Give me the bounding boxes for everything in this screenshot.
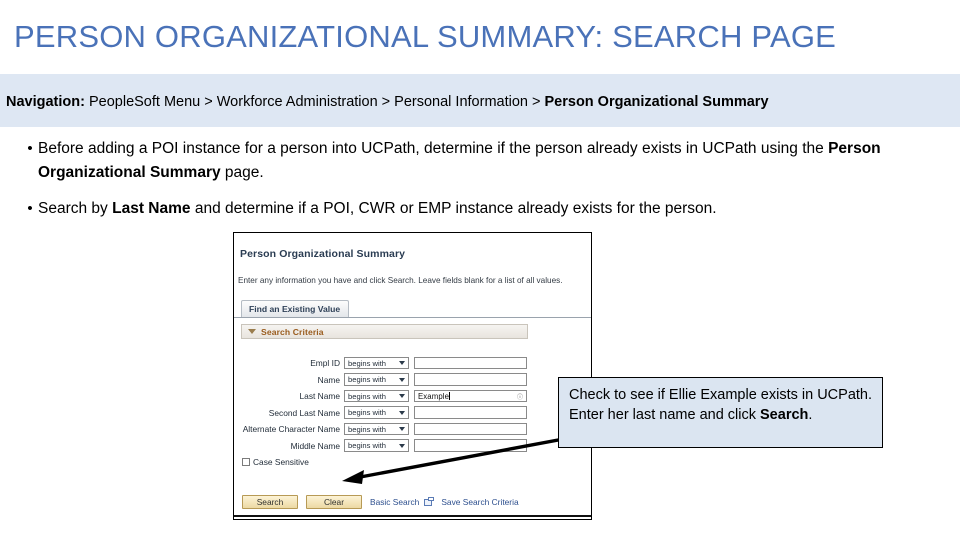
callout-part1: Check to see if Ellie Example exists in … [569, 387, 873, 423]
operator-value: begins with [348, 391, 386, 401]
field-input[interactable] [414, 422, 527, 436]
clear-button[interactable]: Clear [306, 495, 362, 509]
chevron-down-icon[interactable] [399, 410, 405, 415]
search-actions-row: Search Clear Basic Search Save Search Cr… [242, 495, 524, 509]
operator-select[interactable]: begins with [344, 356, 409, 370]
operator-value: begins with [348, 441, 386, 450]
search-button[interactable]: Search [242, 495, 298, 509]
chevron-down-icon[interactable] [399, 427, 405, 431]
search-criteria-header[interactable]: Search Criteria [241, 324, 528, 339]
field-label: Middle Name [290, 440, 340, 451]
search-criteria-label: Search Criteria [261, 326, 324, 337]
bullet-item: • Search by Last Name and determine if a… [22, 197, 934, 221]
field-label: Last Name [299, 391, 341, 401]
search-field-row: Last Name begins with Example ⓘ [234, 388, 591, 404]
breadcrumb: Navigation: PeopleSoft Menu > Workforce … [6, 94, 958, 111]
chevron-down-icon[interactable] [399, 394, 405, 398]
breadcrumb-current: Person Organizational Summary [544, 94, 769, 110]
field-input-value: Example [418, 391, 450, 401]
callout-part2: . [808, 407, 813, 423]
peoplesoft-screenshot-panel: Person Organizational Summary Enter any … [233, 232, 592, 520]
slide-canvas: PERSON ORGANIZATIONAL SUMMARY: SEARCH PA… [0, 0, 960, 540]
bullet-2-part2: and determine if a POI, CWR or EMP insta… [190, 200, 717, 217]
panel-bottom-rule [234, 515, 591, 517]
bullet-2-bold: Last Name [112, 200, 191, 217]
chevron-down-icon[interactable] [399, 377, 405, 382]
tab-find-an-existing-value[interactable]: Find an Existing Value [241, 300, 350, 317]
field-input[interactable] [414, 406, 527, 419]
search-field-row: Second Last Name begins with [234, 405, 591, 421]
operator-select[interactable]: begins with [344, 422, 409, 436]
field-input[interactable]: Example ⓘ [414, 389, 527, 403]
ps-page-title: Person Organizational Summary [240, 248, 406, 260]
breadcrumb-label: Navigation: [6, 94, 85, 110]
text-cursor [449, 392, 451, 400]
bullet-item: • Before adding a POI instance for a per… [22, 137, 934, 185]
new-window-icon[interactable] [424, 497, 435, 507]
bullet-marker-icon: • [27, 140, 33, 157]
basic-search-link[interactable]: Basic Search [370, 497, 419, 507]
operator-value: begins with [348, 424, 386, 434]
operator-value: begins with [348, 408, 386, 417]
operator-select[interactable]: begins with [344, 439, 409, 452]
operator-value: begins with [348, 358, 386, 368]
bullet-1-part2: page. [220, 164, 264, 181]
operator-select[interactable]: begins with [344, 389, 409, 403]
ps-instructions-text: Enter any information you have and click… [238, 276, 563, 285]
field-label: Name [317, 374, 340, 385]
search-field-row: Empl ID begins with [234, 355, 591, 371]
field-input[interactable] [414, 356, 527, 370]
case-sensitive-row[interactable]: Case Sensitive [242, 457, 309, 467]
bullet-text: Search by Last Name and determine if a P… [38, 197, 717, 221]
tab-underline [234, 317, 591, 319]
field-input[interactable] [414, 439, 527, 452]
search-field-row: Alternate Character Name begins with [234, 421, 591, 437]
operator-select[interactable]: begins with [344, 406, 409, 419]
callout-box: Check to see if Ellie Example exists in … [558, 377, 883, 448]
operator-select[interactable]: begins with [344, 373, 409, 386]
chevron-down-icon[interactable] [399, 443, 405, 448]
case-sensitive-label: Case Sensitive [253, 457, 309, 467]
bullet-text: Before adding a POI instance for a perso… [38, 137, 934, 185]
new-window-icon-front [428, 497, 435, 501]
search-field-row: Middle Name begins with [234, 438, 591, 454]
field-label: Alternate Character Name [242, 424, 340, 434]
operator-value: begins with [348, 375, 386, 384]
collapse-triangle-icon[interactable] [248, 329, 256, 334]
bullet-marker-icon: • [27, 200, 33, 217]
chevron-down-icon[interactable] [399, 361, 405, 365]
search-field-row: Name begins with [234, 372, 591, 388]
lookup-icon[interactable]: ⓘ [517, 392, 523, 401]
case-sensitive-checkbox[interactable] [242, 458, 250, 466]
field-input[interactable] [414, 373, 527, 386]
bullet-1-part1: Before adding a POI instance for a perso… [38, 140, 829, 157]
field-label: Second Last Name [268, 407, 340, 418]
callout-bold: Search [760, 407, 809, 423]
field-label: Empl ID [310, 358, 340, 368]
save-search-criteria-link[interactable]: Save Search Criteria [441, 497, 518, 507]
bullet-2-part1: Search by [38, 200, 113, 217]
callout-text: Check to see if Ellie Example exists in … [569, 385, 872, 425]
page-title: PERSON ORGANIZATIONAL SUMMARY: SEARCH PA… [14, 19, 837, 54]
breadcrumb-path: PeopleSoft Menu > Workforce Administrati… [84, 94, 545, 110]
